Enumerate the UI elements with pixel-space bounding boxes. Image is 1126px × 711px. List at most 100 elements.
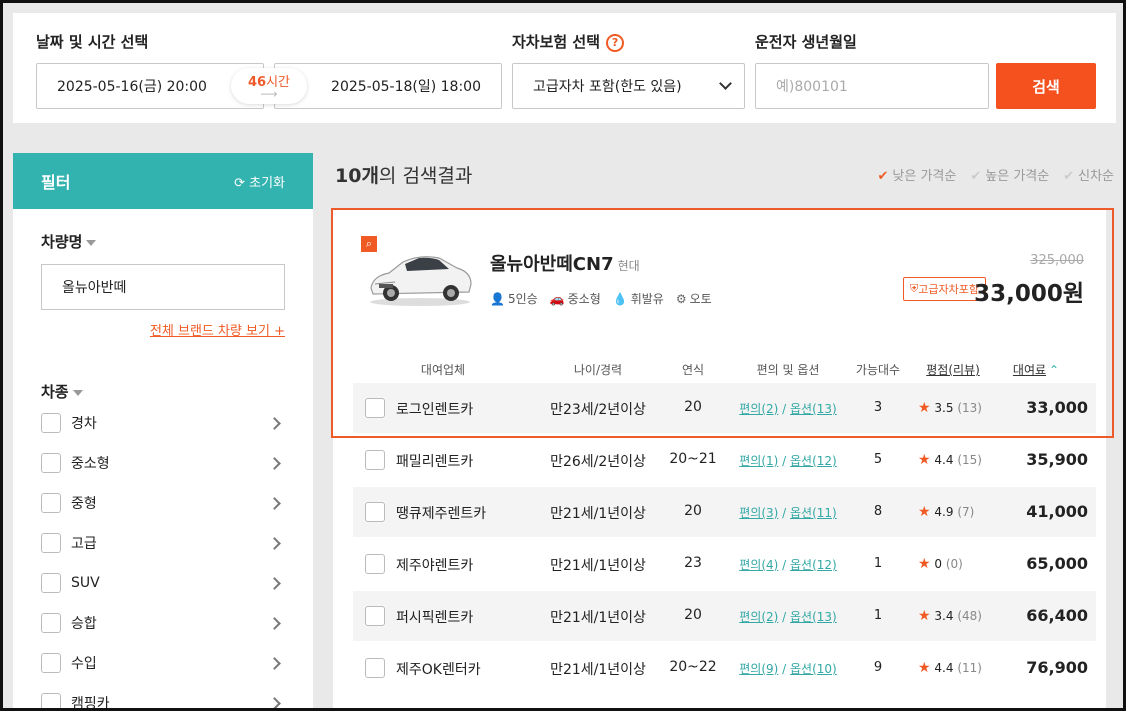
type-label: 수입 <box>71 656 97 672</box>
help-icon[interactable]: ? <box>606 33 625 52</box>
row-age: 만23세/2년이상 <box>550 402 646 418</box>
opt-link[interactable]: 옵션(13) <box>790 610 837 624</box>
row-options[interactable]: 편의(2) / 옵션(13) <box>733 400 843 417</box>
birth-input[interactable]: 예)800101 <box>755 63 989 109</box>
reset-button[interactable]: ⟳ 초기화 <box>234 172 285 191</box>
car-type-section-title[interactable]: 차종 <box>41 381 83 402</box>
row-price: 65,000 <box>1026 554 1088 573</box>
table-row[interactable]: 퍼시픽렌트카 만21세/1년이상 20 편의(2) / 옵션(13) 1 ★ 3… <box>353 591 1096 641</box>
conv-link[interactable]: 편의(9) <box>739 662 778 676</box>
conv-link[interactable]: 편의(2) <box>739 610 778 624</box>
checkbox[interactable] <box>41 533 61 553</box>
checkbox[interactable] <box>365 502 385 522</box>
result-count-suffix: 의 검색결과 <box>378 165 473 187</box>
chevron-right-icon[interactable] <box>268 616 281 630</box>
type-item-compact[interactable]: 경차 <box>41 403 285 443</box>
current-price: 33,000원 <box>974 281 1084 307</box>
sort-high-price[interactable]: ✔ 높은 가격순 <box>970 165 1049 184</box>
chevron-right-icon[interactable] <box>268 576 281 590</box>
row-company: 로그인렌트카 <box>396 402 474 418</box>
sort-options: ✔ 낮은 가격순 ✔ 높은 가격순 ✔ 신차순 <box>878 165 1114 184</box>
car-maker: 현대 <box>617 259 640 273</box>
chevron-right-icon[interactable] <box>268 416 281 430</box>
header-price[interactable]: 대여료 ⌃ <box>1001 361 1071 378</box>
header-rating[interactable]: 평점(리뷰) <box>913 361 993 378</box>
conv-link[interactable]: 편의(4) <box>739 558 778 572</box>
table-row[interactable]: 제주야렌트카 만21세/1년이상 23 편의(4) / 옵션(12) 1 ★ 0… <box>353 539 1096 589</box>
reset-label: 초기화 <box>249 175 285 191</box>
checkbox[interactable] <box>365 554 385 574</box>
chevron-right-icon[interactable] <box>268 656 281 670</box>
row-year: 20~21 <box>669 451 717 467</box>
checkbox[interactable] <box>41 693 61 708</box>
type-item-small-mid[interactable]: 중소형 <box>41 443 285 483</box>
insurance-value: 고급자차 포함(한도 있음) <box>533 79 682 95</box>
table-row[interactable]: 패밀리렌트카 만26세/2년이상 20~21 편의(1) / 옵션(12) 5 … <box>353 435 1096 485</box>
search-button[interactable]: 검색 <box>996 63 1096 109</box>
type-item-camping[interactable]: 캠핑카 <box>41 683 285 711</box>
type-item-van[interactable]: 승합 <box>41 603 285 643</box>
row-company: 제주야렌트카 <box>396 558 474 574</box>
chevron-right-icon[interactable] <box>268 696 281 708</box>
chevron-right-icon[interactable] <box>268 536 281 550</box>
row-options[interactable]: 편의(9) / 옵션(10) <box>733 660 843 677</box>
all-brands-link[interactable]: 전체 브랜드 차량 보기 + <box>150 320 285 339</box>
checkbox[interactable] <box>365 658 385 678</box>
insurance-select[interactable]: 고급자차 포함(한도 있음) <box>512 63 745 109</box>
header-company: 대여업체 <box>420 363 466 377</box>
sort-low-price[interactable]: ✔ 낮은 가격순 <box>878 165 957 184</box>
check-icon: ✔ <box>970 169 982 184</box>
table-row[interactable]: 제주OK렌터카 만21세/1년이상 20~22 편의(9) / 옵션(10) 9… <box>353 643 1096 693</box>
fuel-drop-icon: 💧 <box>612 292 628 306</box>
type-item-luxury[interactable]: 고급 <box>41 523 285 563</box>
checkbox[interactable] <box>41 573 61 593</box>
row-options[interactable]: 편의(3) / 옵션(11) <box>733 504 843 521</box>
row-options[interactable]: 편의(4) / 옵션(12) <box>733 556 843 573</box>
checkbox[interactable] <box>365 606 385 626</box>
type-label: 캠핑카 <box>71 696 110 711</box>
conv-link[interactable]: 편의(2) <box>739 402 778 416</box>
checkbox[interactable] <box>41 453 61 473</box>
opt-link[interactable]: 옵션(11) <box>790 506 837 520</box>
spec-label: 휘발유 <box>630 292 664 306</box>
checkbox[interactable] <box>41 613 61 633</box>
start-date-field[interactable]: 2025-05-16(금) 20:00 <box>36 63 264 109</box>
car-model: 올뉴아반떼CN7 <box>490 254 614 275</box>
sort-newest[interactable]: ✔ 신차순 <box>1063 165 1114 184</box>
type-label: 중형 <box>71 496 97 512</box>
opt-link[interactable]: 옵션(12) <box>790 454 837 468</box>
conv-link[interactable]: 편의(3) <box>739 506 778 520</box>
type-item-mid[interactable]: 중형 <box>41 483 285 523</box>
spec-fuel: 💧 휘발유 <box>613 290 664 307</box>
opt-link[interactable]: 옵션(12) <box>790 558 837 572</box>
filter-sidebar: 필터 ⟳ 초기화 차량명 올뉴아반떼 전체 브랜드 차량 보기 + 차종 경차 … <box>13 153 313 711</box>
checkbox[interactable] <box>365 398 385 418</box>
checkbox[interactable] <box>41 413 61 433</box>
row-options[interactable]: 편의(2) / 옵션(13) <box>733 608 843 625</box>
rating-value: 4.4 <box>934 453 954 467</box>
chevron-right-icon[interactable] <box>268 496 281 510</box>
row-options[interactable]: 편의(1) / 옵션(12) <box>733 452 843 469</box>
car-name[interactable]: 올뉴아반떼CN7 현대 <box>490 250 640 276</box>
type-label: 승합 <box>71 616 97 632</box>
car-name-input[interactable]: 올뉴아반떼 <box>41 264 285 310</box>
checkbox[interactable] <box>41 653 61 673</box>
chevron-up-icon: ⌃ <box>1049 363 1060 377</box>
checkbox[interactable] <box>41 493 61 513</box>
type-item-import[interactable]: 수입 <box>41 643 285 683</box>
chevron-right-icon[interactable] <box>268 456 281 470</box>
table-row[interactable]: 로그인렌트카 만23세/2년이상 20 편의(2) / 옵션(13) 3 ★ 3… <box>353 383 1096 433</box>
car-type-title-text: 차종 <box>41 383 69 401</box>
type-item-suv[interactable]: SUV <box>41 563 285 603</box>
table-row[interactable]: 땡큐제주렌트카 만21세/1년이상 20 편의(3) / 옵션(11) 8 ★ … <box>353 487 1096 537</box>
result-count-number: 10개 <box>335 165 379 187</box>
end-date-field[interactable]: 2025-05-18(일) 18:00 <box>274 63 502 109</box>
car-name-section-title[interactable]: 차량명 <box>41 231 97 252</box>
row-company: 땡큐제주렌트카 <box>396 506 487 522</box>
row-price: 66,400 <box>1026 606 1088 625</box>
checkbox[interactable] <box>365 450 385 470</box>
duration-pill: 46시간 ⟶ <box>231 68 307 104</box>
conv-link[interactable]: 편의(1) <box>739 454 778 468</box>
opt-link[interactable]: 옵션(13) <box>790 402 837 416</box>
opt-link[interactable]: 옵션(10) <box>790 662 837 676</box>
